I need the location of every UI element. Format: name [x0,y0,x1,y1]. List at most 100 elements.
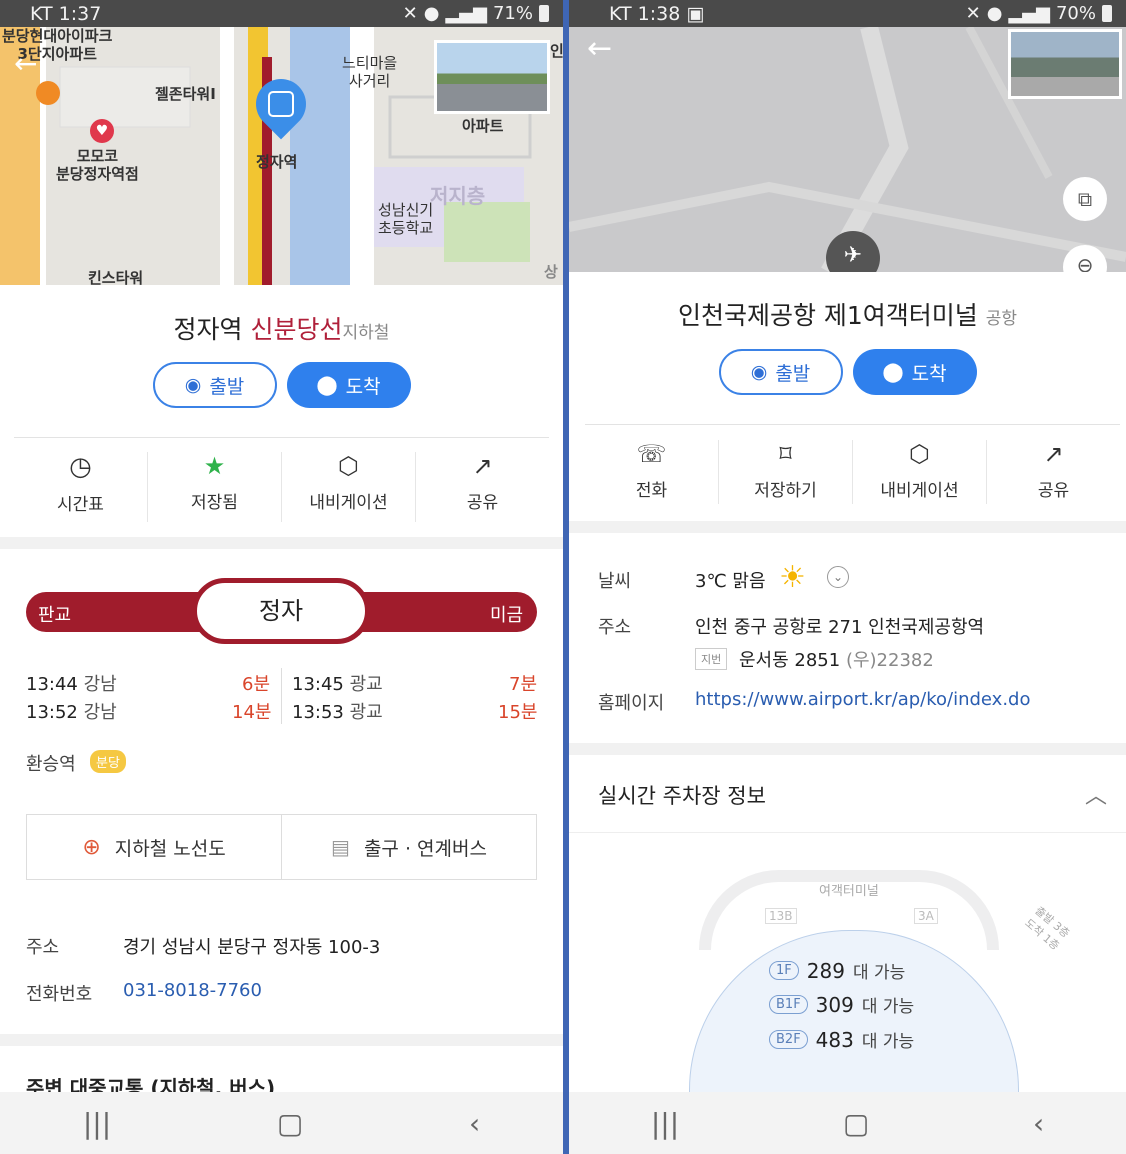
system-nav-bar: ||| ▢ ‹ [569,1092,1126,1154]
jibun-tag: 지번 [695,648,728,670]
saved-label: 저장됨 [191,493,238,513]
back-arrow-icon[interactable]: ← [14,47,37,80]
home-icon[interactable]: ▢ [277,1107,303,1140]
share-label: 공유 [1037,481,1070,501]
signal-icon: ▂▄▆ [1008,3,1050,24]
depart-label: 출발 [775,362,811,385]
clock: 1:38 [637,2,681,25]
home-icon[interactable]: ▢ [843,1107,869,1140]
back-arrow-icon[interactable]: ← [587,31,612,66]
map-label-edge2: 인 [550,42,563,60]
battery-icon [539,5,549,22]
origin-dot-icon: ◉ [750,361,768,383]
subway-icon [268,91,294,117]
space-unit: 대 가능 [861,1032,915,1052]
exit-bus-label: 출구 · 연계버스 [363,837,487,860]
share-icon: ↗ [472,452,493,480]
image-icon: ▣ [686,2,705,25]
back-icon[interactable]: ‹ [469,1107,480,1140]
navigation-button[interactable]: ⬡ 내비게이션 [282,452,416,522]
route-map-button[interactable]: ⊕ 지하철 노선도 [27,815,282,879]
departure-mins: 14분 [232,702,272,723]
map-label-edge: 상 [544,263,558,281]
divider [14,437,549,438]
map-label-faded: 저지층 [430,184,486,208]
timetable-label: 시간표 [57,495,104,515]
action-bar: ☏ 전화 ⌑ 저장하기 ⬡ 내비게이션 ↗ 공유 [585,440,1120,504]
battery-level: 70% [1055,3,1096,24]
prev-station[interactable]: 판교 [38,601,71,627]
space-unit: 대 가능 [861,997,915,1017]
phone-icon: ☏ [636,440,667,468]
bus-icon: ▤ [331,835,350,859]
clock-icon: ◷ [69,452,92,482]
bookmark-icon: ⌑ [779,440,792,468]
section-gap [569,521,1126,533]
navigation-label: 내비게이션 [309,493,388,513]
departure-mins: 15분 [498,702,538,723]
share-button[interactable]: ↗ 공유 [987,440,1120,504]
timetable-button[interactable]: ◷ 시간표 [14,452,148,522]
homepage-link[interactable]: https://www.airport.kr/ap/ko/index.do [695,689,1030,710]
share-button[interactable]: ↗ 공유 [416,452,549,522]
origin-dot-icon: ◉ [184,374,202,396]
gate-left: 13B [765,908,797,924]
exit-bus-button[interactable]: ▤ 출구 · 연계버스 [282,815,536,879]
parking-row: B1F 309 대 가능 [769,992,914,1017]
arrive-button[interactable]: ⬤ 도착 [852,349,977,395]
recent-apps-icon[interactable]: ||| [651,1107,679,1140]
action-bar: ◷ 시간표 ★ 저장됨 ⬡ 내비게이션 ↗ 공유 [14,452,549,522]
saved-button[interactable]: ★ 저장됨 [148,452,282,522]
departure-row: 13:53 광교 [292,702,383,723]
route-map-label: 지하철 노선도 [114,837,226,860]
collapse-chevron-icon[interactable]: ︿ [1085,778,1107,810]
place-type: 지하철 [342,323,390,343]
carrier: KT [30,2,53,25]
layers-button[interactable]: ⧉ [1063,177,1107,221]
street-view-thumbnail[interactable] [1008,29,1122,99]
share-icon: ↗ [1043,440,1064,468]
parking-row: 1F 289 대 가능 [769,958,905,983]
back-icon[interactable]: ‹ [1033,1107,1044,1140]
place-type: 공항 [985,309,1018,329]
arrive-button[interactable]: ⬤ 도착 [286,362,411,408]
depart-button[interactable]: ◉ 출발 [718,349,843,395]
save-button[interactable]: ⌑ 저장하기 [719,440,853,504]
arrive-label: 도착 [345,375,381,398]
map-label-tower: 젤존타워I [155,85,216,103]
divider [585,424,1120,425]
system-nav-bar: ||| ▢ ‹ [0,1092,563,1154]
pin-icon: ⬤ [316,374,338,396]
mute-icon: ✕ [965,3,981,24]
section-gap [0,537,563,549]
heart-pin-icon[interactable]: ♥ [90,119,114,143]
departure-row: 13:45 광교 [292,674,383,695]
battery-level: 71% [492,3,533,24]
departure-row: 13:52 강남 [26,702,117,723]
map-label-intersection: 느티마을 사거리 [342,54,398,90]
navigation-button[interactable]: ⬡ 내비게이션 [853,440,987,504]
map-view[interactable]: 분당현대아이파크 3단지아파트 젤존타워I 느티마을 사거리 모모코 분당정자역… [0,27,563,285]
recent-apps-icon[interactable]: ||| [83,1107,111,1140]
map-view[interactable]: ← ⧉ ⊖ ✈ [569,27,1126,272]
navigation-label: 내비게이션 [880,481,959,501]
navigation-icon: ⬡ [909,440,930,468]
departure-row: 13:44 강남 [26,674,117,695]
phone-label: 전화번호 [26,984,93,1005]
expand-weather-button[interactable]: ⌄ [827,566,849,588]
street-view-thumbnail[interactable] [434,40,550,114]
address-value: 인천 중구 공항로 271 인천국제공항역 [695,617,985,638]
map-label-station: 정자역 [256,153,298,171]
carrier: KT [609,2,632,25]
mute-icon: ✕ [402,3,418,24]
transfer-badge[interactable]: 분당 [90,750,126,773]
call-button[interactable]: ☏ 전화 [585,440,719,504]
phone-link[interactable]: 031-8018-7760 [123,980,262,1001]
depart-button[interactable]: ◉ 출발 [152,362,277,408]
section-gap [569,743,1126,755]
poi-orange-icon[interactable] [36,81,60,105]
next-station[interactable]: 미금 [490,601,523,627]
map-label-school: 성남신기 초등학교 [378,201,434,237]
line-name: 신분당선 [250,315,343,344]
divider [569,832,1126,833]
